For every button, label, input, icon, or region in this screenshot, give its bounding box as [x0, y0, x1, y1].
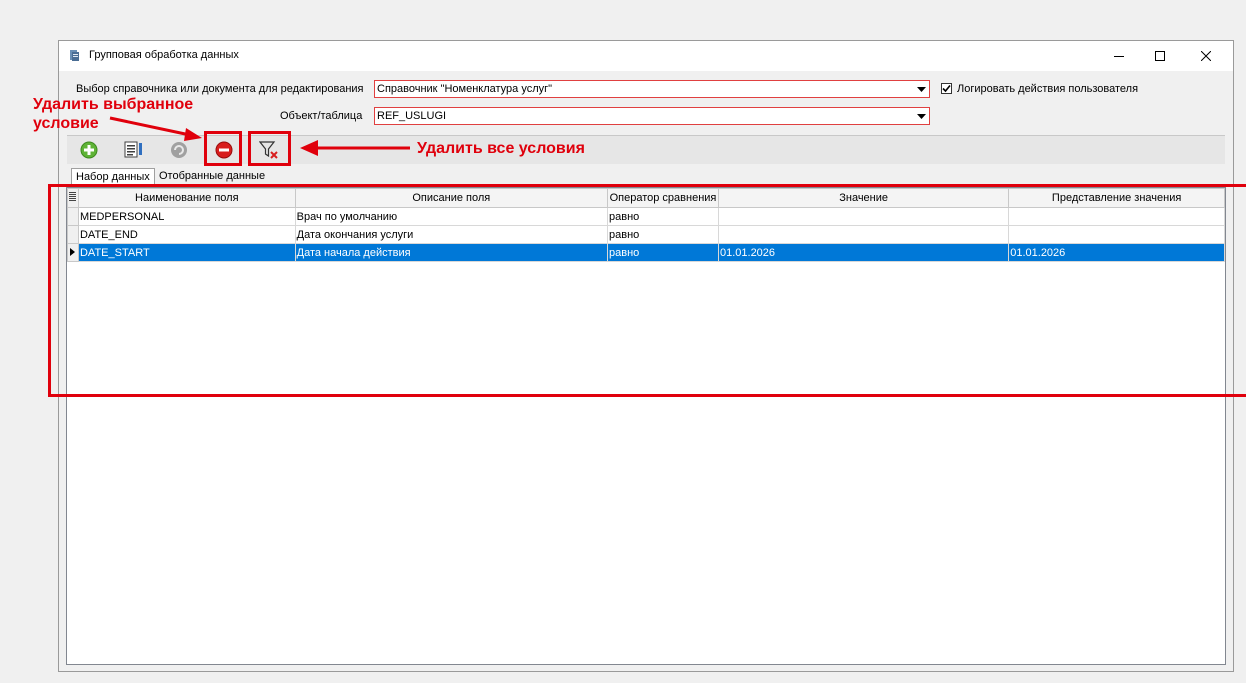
arrow-to-delete-button: [109, 116, 202, 141]
annotation-arrows: [109, 116, 410, 156]
arrow-to-clear-filter-button: [300, 140, 410, 156]
